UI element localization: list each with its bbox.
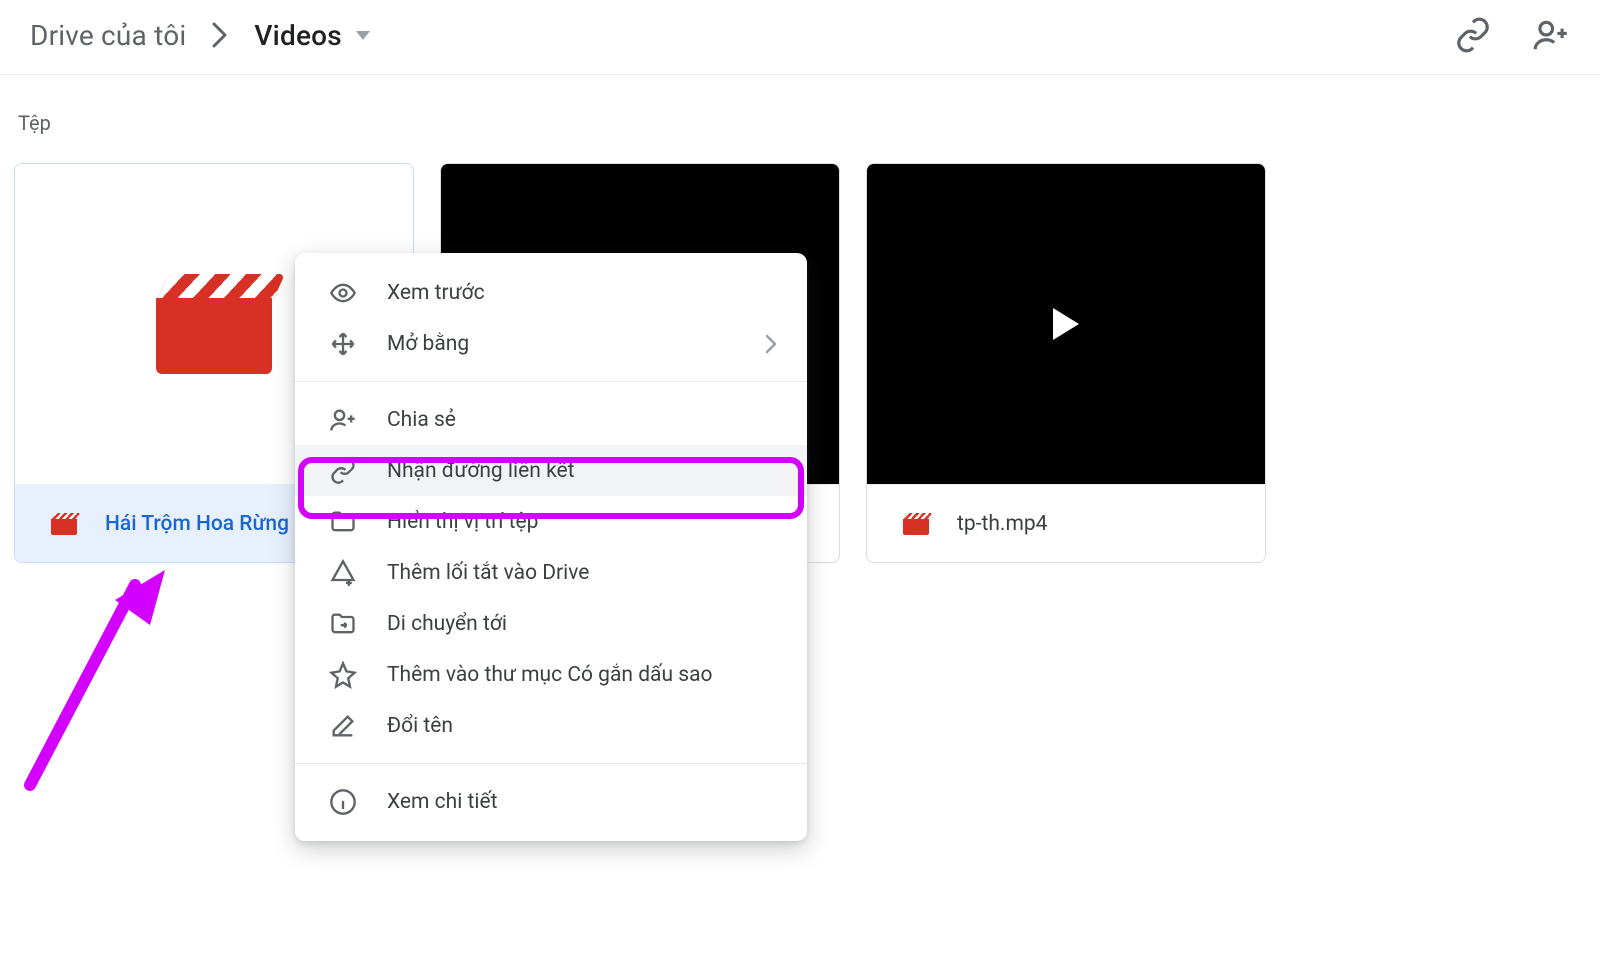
info-icon: [329, 788, 357, 816]
context-menu: Xem trước Mở bằng Chia sẻ Nhận đường liê…: [295, 253, 807, 841]
star-icon: [329, 661, 357, 689]
menu-item-label: Thêm vào thư mục Có gắn dấu sao: [387, 663, 777, 687]
breadcrumb-root[interactable]: Drive của tôi: [30, 19, 186, 52]
menu-item-label: Mở bằng: [387, 332, 735, 356]
menu-item-show-location[interactable]: Hiển thị vị trí tệp: [295, 496, 807, 547]
pencil-icon: [329, 712, 357, 740]
get-link-button[interactable]: [1454, 16, 1492, 54]
menu-item-label: Đổi tên: [387, 714, 777, 738]
share-button[interactable]: [1532, 16, 1570, 54]
menu-item-rename[interactable]: Đổi tên: [295, 700, 807, 751]
breadcrumb-current-label: Videos: [254, 19, 341, 52]
menu-item-share[interactable]: Chia sẻ: [295, 394, 807, 445]
folder-icon: [329, 508, 357, 536]
file-name: tp-th.mp4: [957, 512, 1047, 536]
chevron-right-icon: [765, 334, 777, 354]
menu-item-add-star[interactable]: Thêm vào thư mục Có gắn dấu sao: [295, 649, 807, 700]
annotation-arrow: [10, 535, 180, 795]
menu-separator: [295, 381, 807, 382]
video-file-icon: [51, 513, 77, 535]
menu-item-preview[interactable]: Xem trước: [295, 267, 807, 318]
menu-separator: [295, 763, 807, 764]
menu-item-move-to[interactable]: Di chuyển tới: [295, 598, 807, 649]
menu-item-label: Nhận đường liên kết: [387, 459, 777, 483]
file-card[interactable]: tp-th.mp4: [866, 163, 1266, 563]
topbar-actions: [1454, 16, 1570, 54]
menu-item-label: Xem trước: [387, 281, 777, 305]
menu-item-open-with[interactable]: Mở bằng: [295, 318, 807, 369]
link-icon: [329, 457, 357, 485]
menu-item-label: Chia sẻ: [387, 408, 777, 432]
menu-item-label: Thêm lối tắt vào Drive: [387, 561, 777, 585]
menu-item-details[interactable]: Xem chi tiết: [295, 776, 807, 827]
file-caption: tp-th.mp4: [867, 484, 1265, 562]
move-icon: [329, 330, 357, 358]
drive-add-icon: [329, 559, 357, 587]
breadcrumb: Drive của tôi Videos: [30, 19, 370, 52]
menu-item-label: Hiển thị vị trí tệp: [387, 510, 777, 534]
menu-item-get-link[interactable]: Nhận đường liên kết: [295, 445, 807, 496]
file-name: Hái Trộm Hoa Rừng: [105, 512, 289, 536]
section-label: Tệp: [0, 75, 1600, 135]
file-thumbnail: [867, 164, 1265, 484]
video-file-icon: [903, 513, 929, 535]
play-icon: [1053, 308, 1079, 340]
menu-item-label: Xem chi tiết: [387, 790, 777, 814]
person-add-icon: [329, 406, 357, 434]
eye-icon: [329, 279, 357, 307]
breadcrumb-current[interactable]: Videos: [254, 19, 369, 52]
chevron-right-icon: [212, 22, 228, 48]
menu-item-add-shortcut[interactable]: Thêm lối tắt vào Drive: [295, 547, 807, 598]
folder-move-icon: [329, 610, 357, 638]
top-bar: Drive của tôi Videos: [0, 0, 1600, 75]
caret-down-icon: [356, 31, 370, 40]
video-file-icon: [156, 274, 272, 374]
menu-item-label: Di chuyển tới: [387, 612, 777, 636]
